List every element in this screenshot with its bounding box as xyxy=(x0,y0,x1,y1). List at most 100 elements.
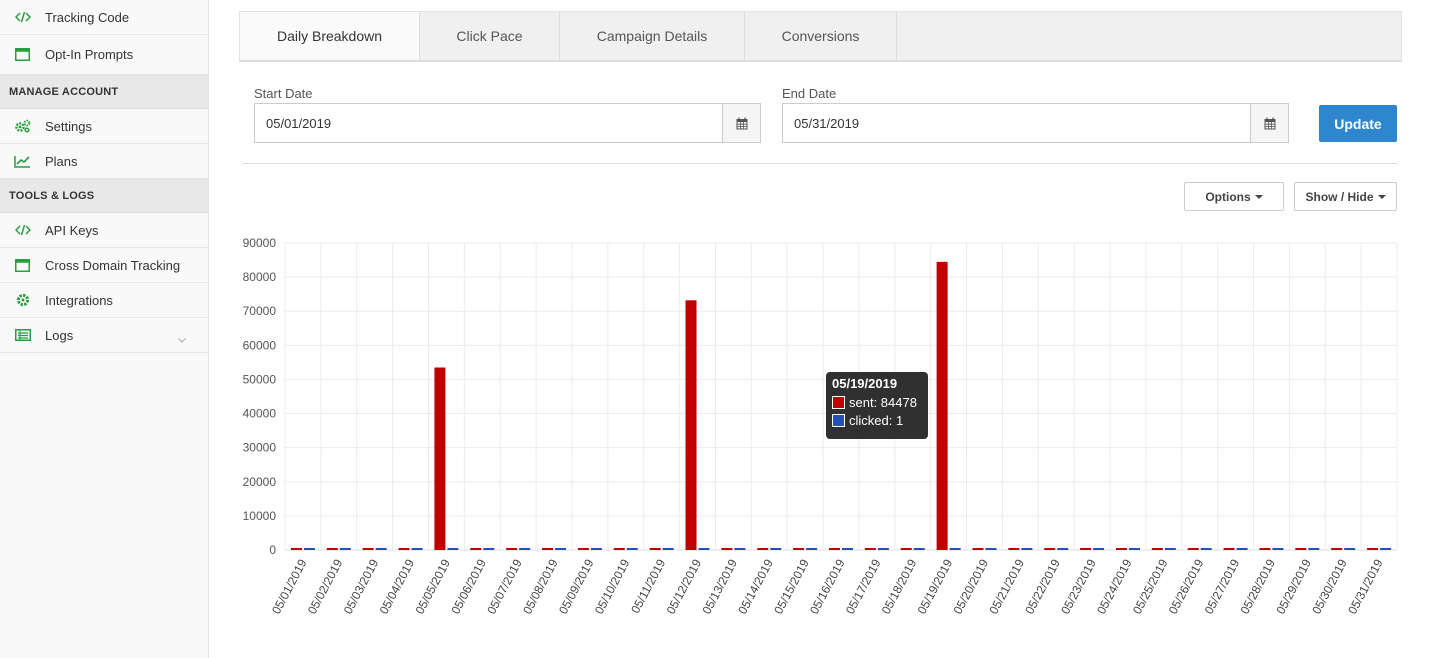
bar-clicked xyxy=(1164,548,1176,550)
y-tick-label: 50000 xyxy=(243,372,277,386)
bar-sent xyxy=(1044,548,1056,550)
x-tick-label: 05/05/2019 xyxy=(413,557,454,617)
start-date-label: Start Date xyxy=(254,86,313,101)
x-tick-label: 05/25/2019 xyxy=(1130,557,1171,617)
chevron-down-icon[interactable] xyxy=(178,331,186,346)
show-hide-dropdown-button[interactable]: Show / Hide xyxy=(1294,182,1397,211)
end-date-label: End Date xyxy=(782,86,837,101)
bar-clicked xyxy=(877,548,889,550)
bar-clicked xyxy=(698,548,710,550)
bar-sent xyxy=(470,548,482,550)
end-date-input[interactable] xyxy=(783,104,1250,142)
bar-sent xyxy=(1223,548,1235,550)
bar-clicked xyxy=(1200,548,1212,550)
bar-sent xyxy=(685,300,697,550)
bar-sent xyxy=(649,548,661,550)
tooltip-row-clicked: clicked: 1 xyxy=(832,413,922,428)
sidebar-item-settings[interactable]: Settings xyxy=(0,109,208,144)
tooltip-date: 05/19/2019 xyxy=(832,376,898,391)
sidebar-item-label: Tracking Code xyxy=(45,9,130,25)
bar-sent xyxy=(1008,548,1020,550)
x-tick-label: 05/14/2019 xyxy=(735,557,776,617)
bar-sent xyxy=(434,367,446,550)
sidebar-item-logs[interactable]: Logs xyxy=(0,318,208,353)
bar-sent xyxy=(326,548,338,550)
bar-sent xyxy=(721,548,733,550)
bar-clicked xyxy=(375,548,387,550)
sidebar-item-label: Plans xyxy=(45,153,78,169)
tab-campaign-details[interactable]: Campaign Details xyxy=(560,12,745,60)
x-tick-label: 05/27/2019 xyxy=(1202,557,1243,617)
options-label: Options xyxy=(1205,189,1251,204)
bar-clicked xyxy=(770,548,782,550)
show-hide-label: Show / Hide xyxy=(1305,189,1374,204)
x-tick-label: 05/07/2019 xyxy=(484,557,525,617)
bar-clicked xyxy=(1272,548,1284,550)
bar-clicked xyxy=(1236,548,1248,550)
gears-icon xyxy=(0,119,45,133)
bar-clicked xyxy=(303,548,315,550)
x-tick-label: 05/04/2019 xyxy=(377,557,418,617)
y-tick-label: 0 xyxy=(269,543,276,557)
x-tick-label: 05/08/2019 xyxy=(520,557,561,617)
bar-sent xyxy=(542,548,554,550)
sidebar-item-label: Logs xyxy=(45,327,74,343)
tab-conversions[interactable]: Conversions xyxy=(745,12,897,60)
y-tick-label: 30000 xyxy=(243,441,277,455)
gear-icon xyxy=(0,293,45,307)
sidebar-item-api-keys[interactable]: API Keys xyxy=(0,213,208,248)
bar-sent xyxy=(1259,548,1271,550)
bar-sent xyxy=(1151,548,1163,550)
bar-sent xyxy=(290,548,302,550)
x-tick-label: 05/13/2019 xyxy=(699,557,740,617)
start-date-input[interactable] xyxy=(255,104,722,142)
bar-sent xyxy=(757,548,769,550)
update-button[interactable]: Update xyxy=(1319,105,1397,142)
tab-click-pace[interactable]: Click Pace xyxy=(420,12,560,60)
divider xyxy=(243,163,1397,164)
calendar-icon[interactable] xyxy=(1250,104,1288,142)
bar-clicked xyxy=(447,548,459,550)
x-tick-label: 05/02/2019 xyxy=(305,557,346,617)
sidebar-item-label: Settings xyxy=(45,118,92,134)
x-tick-label: 05/15/2019 xyxy=(771,557,812,617)
y-tick-label: 10000 xyxy=(243,509,277,523)
sidebar-item-cross-domain-tracking[interactable]: Cross Domain Tracking xyxy=(0,248,208,283)
bar-clicked xyxy=(1380,548,1392,550)
caret-down-icon xyxy=(1377,194,1386,199)
end-date-field xyxy=(782,103,1289,143)
caret-down-icon xyxy=(1254,194,1263,199)
bar-sent xyxy=(1115,548,1127,550)
bar-sent xyxy=(864,548,876,550)
section-tools-logs: TOOLS & LOGS xyxy=(0,179,208,213)
x-tick-label: 05/10/2019 xyxy=(592,557,633,617)
sidebar-item-integrations[interactable]: Integrations xyxy=(0,283,208,318)
bar-sent xyxy=(829,548,840,550)
y-tick-label: 70000 xyxy=(243,304,277,318)
sidebar-item-opt-in-prompts[interactable]: Opt-In Prompts xyxy=(0,35,208,75)
bar-clicked xyxy=(590,548,602,550)
x-tick-label: 05/11/2019 xyxy=(628,557,668,616)
y-tick-label: 90000 xyxy=(243,236,277,250)
calendar-icon[interactable] xyxy=(722,104,760,142)
bar-clicked xyxy=(339,548,351,550)
chart-tooltip: 05/19/2019 sent: 84478 clicked: 1 xyxy=(826,372,928,439)
tooltip-row-sent: sent: 84478 xyxy=(832,395,922,410)
tab-daily-breakdown[interactable]: Daily Breakdown xyxy=(240,12,420,60)
sidebar-item-tracking-code[interactable]: Tracking Code xyxy=(0,0,208,35)
options-dropdown-button[interactable]: Options xyxy=(1184,182,1284,211)
sidebar-item-plans[interactable]: Plans xyxy=(0,144,208,179)
bar-sent xyxy=(1187,548,1199,550)
bar-clicked xyxy=(1308,548,1320,550)
line-chart-icon xyxy=(0,155,45,168)
x-tick-label: 05/09/2019 xyxy=(556,557,597,617)
clicked-swatch xyxy=(832,414,845,427)
sent-swatch xyxy=(832,396,845,409)
bar-clicked xyxy=(1128,548,1140,550)
window-icon xyxy=(0,48,45,61)
x-tick-label: 05/23/2019 xyxy=(1058,557,1099,617)
bar-sent xyxy=(1367,548,1379,550)
x-tick-label: 05/29/2019 xyxy=(1273,557,1314,617)
window-icon xyxy=(0,258,45,272)
code-icon xyxy=(0,224,45,236)
